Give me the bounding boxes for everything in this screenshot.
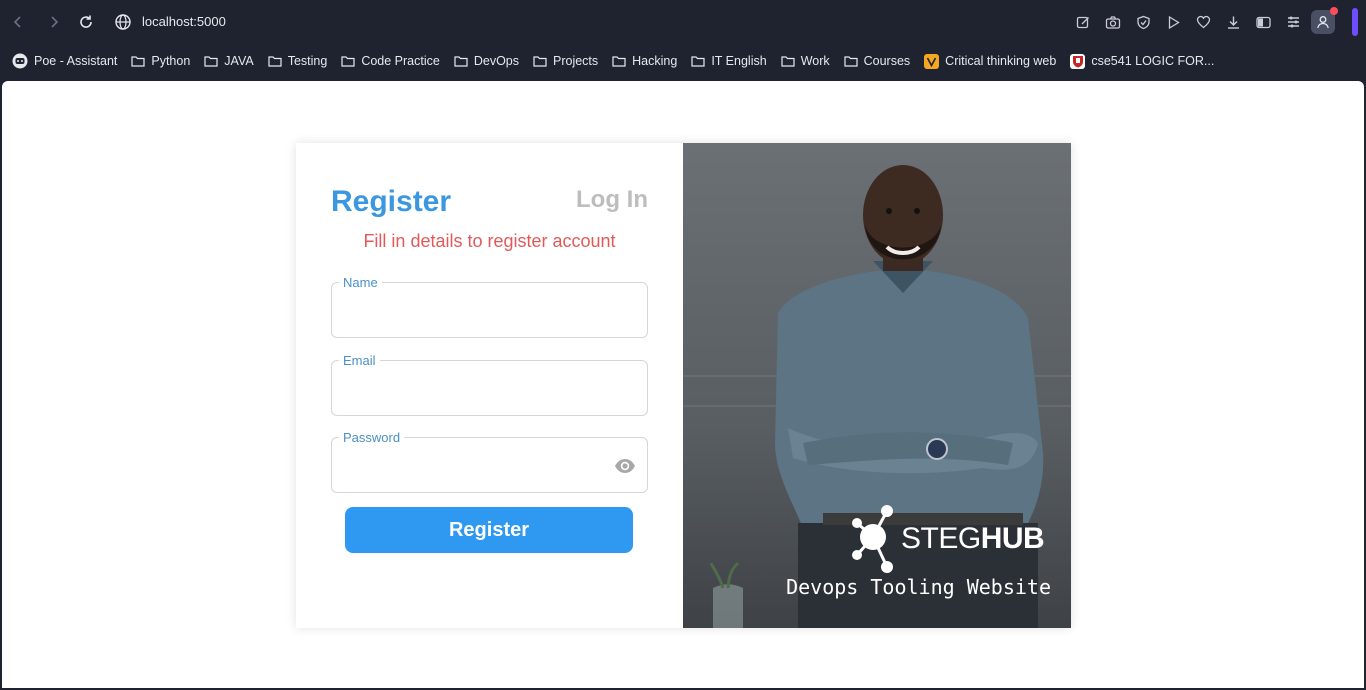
bookmarks-bar: Poe - Assistant Python JAVA Testing Code… bbox=[0, 44, 1366, 78]
critical-thinking-icon bbox=[924, 53, 940, 69]
chevron-left-icon bbox=[13, 16, 21, 28]
bookmark-label: IT English bbox=[711, 54, 767, 68]
chevron-right-icon bbox=[51, 16, 59, 28]
bookmark-python[interactable]: Python bbox=[131, 54, 190, 68]
bookmark-courses[interactable]: Courses bbox=[844, 54, 911, 68]
bookmark-devops[interactable]: DevOps bbox=[454, 54, 519, 68]
folder-icon bbox=[781, 56, 795, 67]
folder-icon bbox=[691, 56, 705, 67]
folder-icon bbox=[268, 56, 282, 67]
sidebar-toggle-icon[interactable] bbox=[1253, 12, 1273, 32]
bookmark-label: Projects bbox=[553, 54, 599, 68]
folder-icon bbox=[131, 56, 145, 67]
password-field: Password bbox=[331, 430, 648, 493]
logo-wordmark: STEGHUB bbox=[901, 522, 1045, 555]
email-label: Email bbox=[339, 353, 380, 368]
register-form: Register Log In Fill in details to regis… bbox=[296, 143, 683, 628]
bookmark-label: Python bbox=[151, 54, 191, 68]
name-input[interactable] bbox=[342, 297, 612, 323]
tab-login[interactable]: Log In bbox=[576, 186, 648, 214]
bookmark-testing[interactable]: Testing bbox=[268, 54, 328, 68]
eye-icon[interactable] bbox=[613, 457, 637, 475]
steghub-logo: STEGHUB bbox=[851, 503, 1045, 575]
forward-button[interactable] bbox=[44, 12, 64, 32]
bookmark-poe-assistant[interactable]: Poe - Assistant bbox=[12, 53, 117, 69]
bookmark-label: Critical thinking web bbox=[945, 54, 1057, 68]
poe-icon bbox=[12, 53, 28, 69]
edit-icon[interactable] bbox=[1073, 12, 1093, 32]
tab-register[interactable]: Register bbox=[331, 185, 451, 219]
bookmark-label: DevOps bbox=[473, 54, 519, 68]
email-input[interactable] bbox=[342, 375, 612, 401]
password-label: Password bbox=[339, 430, 405, 445]
reload-icon bbox=[80, 15, 92, 28]
hero-photo: STEGHUB Devops Tooling Website bbox=[683, 143, 1071, 628]
folder-icon bbox=[533, 56, 547, 67]
bookmark-label: Courses bbox=[863, 54, 911, 68]
bookmark-code-practice[interactable]: Code Practice bbox=[341, 54, 440, 68]
bookmark-critical-thinking[interactable]: Critical thinking web bbox=[924, 53, 1057, 69]
shield-crest-icon bbox=[1070, 53, 1086, 69]
bookmark-label: Code Practice bbox=[361, 54, 440, 68]
bookmark-label: cse541 LOGIC FOR... bbox=[1091, 54, 1215, 68]
folder-icon bbox=[341, 56, 355, 67]
email-field: Email bbox=[331, 353, 648, 416]
reload-button[interactable] bbox=[76, 12, 96, 32]
page-viewport: Register Log In Fill in details to regis… bbox=[2, 81, 1364, 688]
folder-icon bbox=[454, 56, 468, 67]
register-button[interactable]: Register bbox=[345, 507, 633, 553]
password-input[interactable] bbox=[342, 452, 612, 478]
bookmark-projects[interactable]: Projects bbox=[533, 54, 598, 68]
folder-icon bbox=[844, 56, 858, 67]
globe-icon bbox=[114, 13, 132, 31]
sidebar-accent bbox=[1352, 8, 1358, 36]
heart-icon[interactable] bbox=[1193, 12, 1213, 32]
user-icon bbox=[1317, 16, 1329, 29]
browser-toolbar: localhost:5000 bbox=[0, 0, 1366, 44]
bookmark-work[interactable]: Work bbox=[781, 54, 830, 68]
menu-icon[interactable] bbox=[1283, 12, 1303, 32]
bookmark-label: Work bbox=[800, 54, 830, 68]
auth-card: Register Log In Fill in details to regis… bbox=[296, 143, 1071, 628]
bookmark-java[interactable]: JAVA bbox=[204, 54, 254, 68]
bookmark-hacking[interactable]: Hacking bbox=[612, 54, 677, 68]
bookmark-label: JAVA bbox=[224, 54, 254, 68]
folder-icon bbox=[204, 56, 218, 67]
shield-check-icon[interactable] bbox=[1133, 12, 1153, 32]
tagline: Devops Tooling Website bbox=[786, 575, 1051, 599]
folder-icon bbox=[612, 56, 626, 67]
form-subtitle: Fill in details to register account bbox=[363, 231, 616, 251]
back-button[interactable] bbox=[8, 12, 28, 32]
camera-icon[interactable] bbox=[1103, 12, 1123, 32]
bookmark-cse541[interactable]: cse541 LOGIC FOR... bbox=[1070, 53, 1215, 69]
network-hub-icon bbox=[852, 505, 893, 573]
address-bar[interactable]: localhost:5000 bbox=[142, 14, 226, 29]
name-field: Name bbox=[331, 275, 648, 338]
play-icon[interactable] bbox=[1163, 12, 1183, 32]
bookmark-it-english[interactable]: IT English bbox=[691, 54, 767, 68]
name-label: Name bbox=[339, 275, 382, 290]
bookmark-label: Hacking bbox=[632, 54, 678, 68]
bookmark-label: Testing bbox=[287, 54, 328, 68]
profile-button[interactable] bbox=[1311, 7, 1338, 34]
download-icon[interactable] bbox=[1223, 12, 1243, 32]
bookmark-label: Poe - Assistant bbox=[34, 54, 118, 68]
notification-dot bbox=[1330, 7, 1338, 15]
